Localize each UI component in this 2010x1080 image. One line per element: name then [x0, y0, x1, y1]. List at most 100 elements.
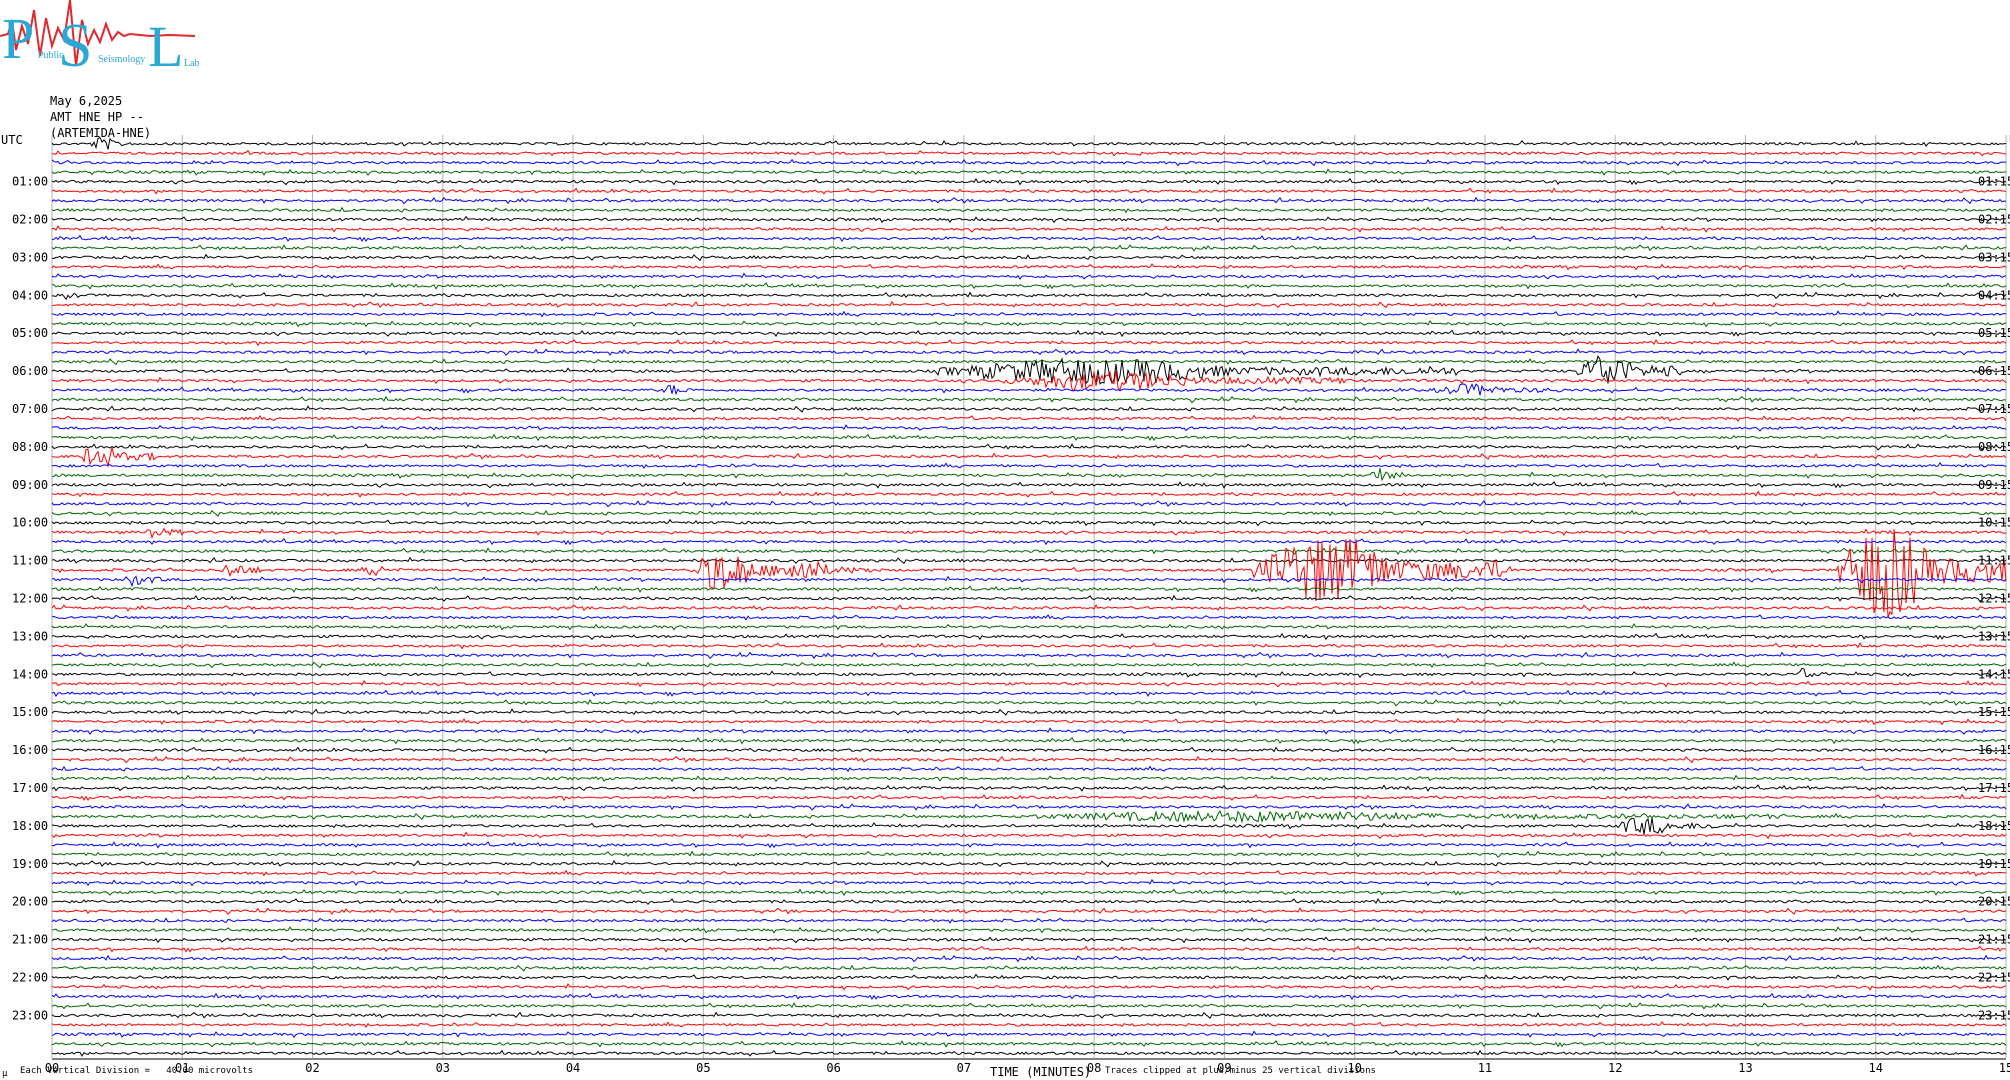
- x-axis-title: TIME (MINUTES): [990, 1065, 1092, 1079]
- trace-row: [51, 623, 2007, 631]
- trace-row: [51, 917, 2007, 924]
- x-tick-label: 14: [1869, 1061, 1883, 1075]
- trace-row: [51, 935, 2007, 944]
- trace-row: [51, 746, 2007, 754]
- right-hour-label: 09:15: [1978, 478, 2010, 492]
- trace-row: [51, 717, 2007, 726]
- trace-row: [51, 383, 2007, 396]
- trace-row: [51, 793, 2007, 802]
- trace-row: [51, 1002, 2007, 1010]
- right-hour-label: 05:15: [1978, 326, 2010, 340]
- trace-row: [51, 348, 2007, 356]
- trace-row: [51, 973, 2007, 982]
- right-hour-label: 06:15: [1978, 364, 2010, 378]
- trace-row: [51, 784, 2007, 792]
- right-hour-label: 04:15: [1978, 288, 2010, 302]
- trace-row: [52, 632, 2007, 641]
- right-hour-label: 20:15: [1978, 895, 2010, 909]
- trace-row: [51, 736, 2007, 745]
- trace-row: [51, 234, 2007, 243]
- trace-row: [51, 817, 2007, 835]
- trace-row: [51, 667, 2007, 678]
- right-hour-label: 11:15: [1978, 554, 2010, 568]
- trace-row: [51, 585, 2007, 593]
- right-hour-label: 14:15: [1978, 667, 2010, 681]
- trace-row: [51, 518, 2007, 527]
- trace-row: [51, 642, 2007, 650]
- left-hour-label: 19:00: [12, 857, 48, 871]
- trace-row: [51, 215, 2006, 224]
- trace-row: [51, 462, 2007, 470]
- x-tick-label: 07: [957, 1061, 971, 1075]
- trace-row: [52, 859, 2007, 868]
- trace-row: [51, 809, 2007, 824]
- trace-row: [51, 661, 2007, 669]
- axis-labels: -13526-13547-13568-13584-13602-13619-136…: [1, 133, 2010, 1075]
- trace-row: [51, 291, 2007, 301]
- trace-row: [51, 310, 2007, 318]
- trace-row: [51, 679, 2007, 688]
- x-tick-label: 02: [305, 1061, 319, 1075]
- x-tick-label: 12: [1608, 1061, 1622, 1075]
- x-tick-label: 15: [1999, 1061, 2010, 1075]
- trace-row: [51, 698, 2007, 707]
- left-hour-label: 11:00: [12, 554, 48, 568]
- trace-row: [51, 319, 2007, 328]
- trace-row: [51, 253, 2007, 262]
- trace-row: [51, 338, 2007, 347]
- trace-row: [51, 1021, 2007, 1029]
- trace-row: [51, 594, 2007, 603]
- trace-row: [51, 433, 2007, 442]
- trace-row: [51, 897, 2007, 906]
- left-hour-label: 14:00: [12, 667, 48, 681]
- left-hour-label: 04:00: [12, 288, 48, 302]
- left-hour-label: 05:00: [12, 326, 48, 340]
- right-hour-label: 16:15: [1978, 743, 2010, 757]
- trace-row: [51, 537, 2007, 546]
- trace-row: [51, 765, 2007, 773]
- x-tick-label: 05: [696, 1061, 710, 1075]
- trace-row: [51, 727, 2007, 735]
- trace-row: [51, 196, 2007, 205]
- scale-note: Each Vertical Division = 40.00 microvolt…: [20, 1066, 253, 1076]
- right-hour-label: 15:15: [1978, 705, 2010, 719]
- trace-row: [51, 447, 2007, 468]
- left-hour-label: 18:00: [12, 819, 48, 833]
- trace-row: [51, 983, 2007, 991]
- left-hour-label: 07:00: [12, 402, 48, 416]
- trace-row: [51, 850, 2007, 858]
- trace-row: [51, 443, 2007, 451]
- right-hour-label: 12:15: [1978, 592, 2010, 606]
- trace-row: [51, 604, 2007, 612]
- right-hour-label: 23:15: [1978, 1008, 2010, 1022]
- trace-layer: [51, 136, 2007, 1057]
- trace-row: [51, 509, 2007, 517]
- trace-row: [51, 708, 2007, 716]
- trace-row: [51, 964, 2006, 972]
- right-hour-label: 07:15: [1978, 402, 2010, 416]
- x-tick-label: 11: [1478, 1061, 1492, 1075]
- right-hour-label: 10:15: [1978, 516, 2010, 530]
- right-hour-label: 19:15: [1978, 857, 2010, 871]
- trace-row: [52, 468, 2007, 482]
- trace-row: [51, 168, 2007, 176]
- trace-row: [51, 1030, 2007, 1038]
- trace-row: [51, 395, 2007, 404]
- trace-row: [51, 225, 2007, 233]
- trace-row: [51, 613, 2007, 621]
- trace-row: [51, 841, 2007, 849]
- left-hour-label: 13:00: [12, 629, 48, 643]
- left-hour-label: 23:00: [12, 1008, 48, 1022]
- trace-row: [51, 300, 2007, 309]
- trace-row: [51, 926, 2007, 934]
- trace-row: [51, 755, 2007, 764]
- trace-row: [51, 206, 2007, 214]
- trace-row: [51, 547, 2007, 555]
- trace-row: [51, 329, 2007, 338]
- trace-row: [51, 282, 2007, 290]
- corner-mark: μ: [2, 1069, 8, 1079]
- x-tick-label: 13: [1738, 1061, 1752, 1075]
- trace-row: [51, 651, 2007, 660]
- left-hour-label: 16:00: [12, 743, 48, 757]
- right-hour-label: 18:15: [1978, 819, 2010, 833]
